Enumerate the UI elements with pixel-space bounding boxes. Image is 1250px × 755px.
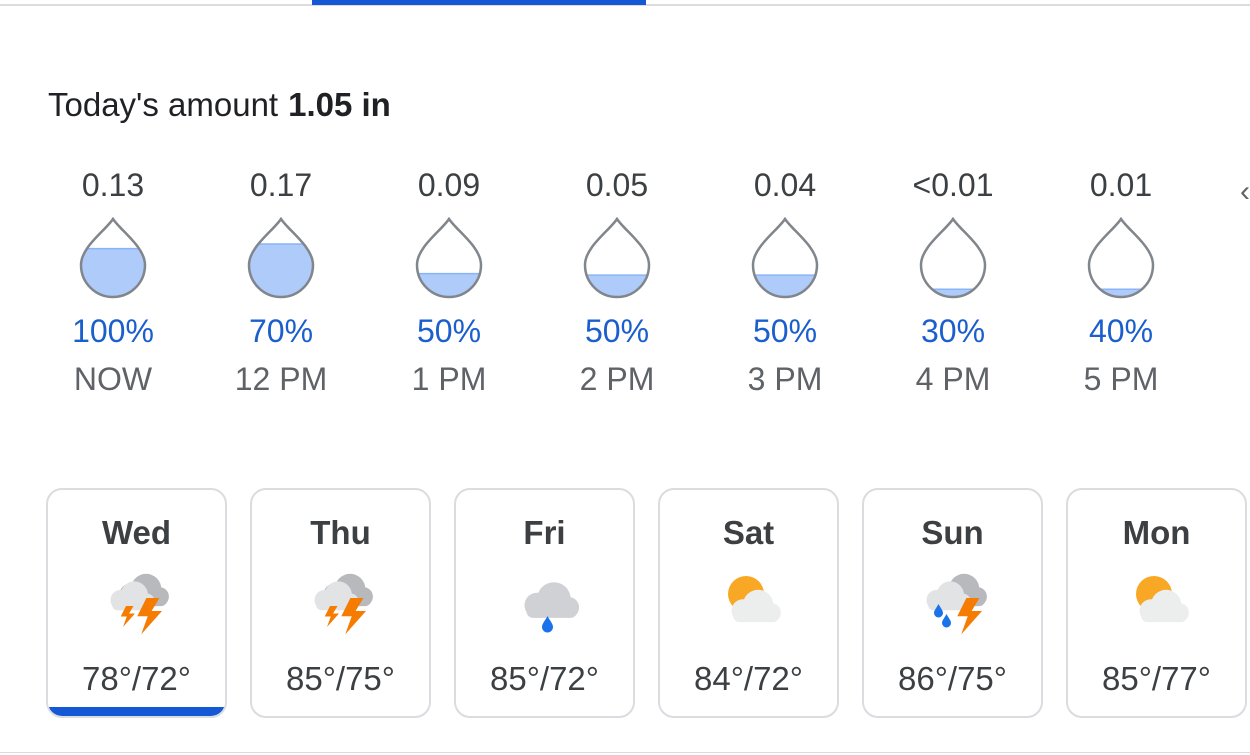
day-temperatures: 86°/75° [898, 660, 1007, 697]
raindrop-icon [751, 217, 819, 299]
day-name: Fri [523, 514, 566, 551]
day-card-sat[interactable]: Sat 84°/72° [658, 488, 839, 718]
day-name: Thu [310, 514, 371, 551]
hourly-item: 0.04 50% 3 PM [701, 165, 869, 405]
selected-day-indicator [48, 707, 225, 716]
hourly-probability: 40% [1088, 313, 1154, 349]
hourly-amount: <0.01 [912, 167, 994, 203]
hourly-precipitation-list[interactable]: 0.13 100% NOW 0.17 70% 12 PM 0.09 50% 1 PM 0.05 50… [29, 165, 1250, 405]
scattered-thunderstorm-icon [922, 572, 988, 635]
raindrop-icon [919, 217, 987, 299]
bottom-divider [0, 752, 1250, 753]
day-name: Mon [1122, 514, 1191, 551]
hourly-item: <0.01 30% 4 PM [869, 165, 1037, 405]
hourly-amount: 0.13 [81, 167, 145, 203]
raindrop-icon [415, 217, 483, 299]
raindrop-fill [249, 243, 313, 297]
scroll-left-icon[interactable]: ‹ [1240, 175, 1250, 209]
hourly-probability: 30% [920, 313, 986, 349]
hourly-item: 0.17 70% 12 PM [197, 165, 365, 405]
hourly-item: 0.05 50% 2 PM [533, 165, 701, 405]
hourly-amount: 0.01 [1089, 167, 1153, 203]
hourly-time: 12 PM [234, 361, 328, 397]
hourly-time: 3 PM [747, 361, 823, 397]
day-card-mon[interactable]: Mon 85°/77° [1066, 488, 1247, 718]
hourly-probability: 100% [72, 313, 154, 349]
todays-amount: Today's amount 1.05 in [48, 86, 391, 124]
hourly-probability: 50% [584, 313, 650, 349]
day-temperatures: 85°/72° [490, 660, 599, 697]
hourly-amount: 0.04 [753, 167, 817, 203]
day-name: Wed [101, 514, 172, 551]
day-temperatures: 78°/72° [82, 660, 191, 697]
day-name: Sun [921, 514, 984, 551]
todays-amount-label: Today's amount [48, 86, 279, 123]
hourly-amount: 0.17 [249, 167, 313, 203]
thunderstorm-icon [310, 572, 376, 635]
active-tab-indicator [312, 0, 646, 5]
hourly-amount: 0.05 [585, 167, 649, 203]
hourly-item: 0.13 100% NOW [29, 165, 197, 405]
hourly-item: 0.09 50% 1 PM [365, 165, 533, 405]
weather-precipitation-view: Today's amount 1.05 in 0.13 100% NOW 0.17 70%… [0, 0, 1250, 755]
raindrop-icon [79, 217, 147, 299]
raindrop-icon [247, 217, 315, 299]
partly-cloudy-icon [1126, 572, 1192, 634]
day-card-wed[interactable]: Wed 78°/72° [46, 488, 227, 718]
day-temperatures: 84°/72° [694, 660, 803, 697]
hourly-time: NOW [73, 361, 153, 397]
hourly-time: 5 PM [1083, 361, 1159, 397]
day-temperatures: 85°/75° [286, 660, 395, 697]
hourly-item: 0.01 40% 5 PM [1037, 165, 1205, 405]
hourly-probability: 70% [248, 313, 314, 349]
hourly-probability: 50% [752, 313, 818, 349]
day-card-thu[interactable]: Thu 85°/75° [250, 488, 431, 718]
todays-amount-value: 1.05 in [288, 86, 391, 123]
thunderstorm-icon [106, 572, 172, 635]
raindrop-fill [81, 248, 145, 297]
hourly-time: 4 PM [915, 361, 991, 397]
day-card-sun[interactable]: Sun 86°/75° [862, 488, 1043, 718]
raindrop-icon [583, 217, 651, 299]
rain-cloud-icon [514, 572, 580, 634]
hourly-time: 2 PM [579, 361, 655, 397]
day-temperatures: 85°/77° [1102, 660, 1211, 697]
day-name: Sat [722, 514, 775, 551]
raindrop-icon [1087, 217, 1155, 299]
hourly-time: 1 PM [411, 361, 487, 397]
partly-cloudy-icon [718, 572, 784, 634]
hourly-probability: 50% [416, 313, 482, 349]
hourly-amount: 0.09 [417, 167, 481, 203]
day-card-fri[interactable]: Fri 85°/72° [454, 488, 635, 718]
